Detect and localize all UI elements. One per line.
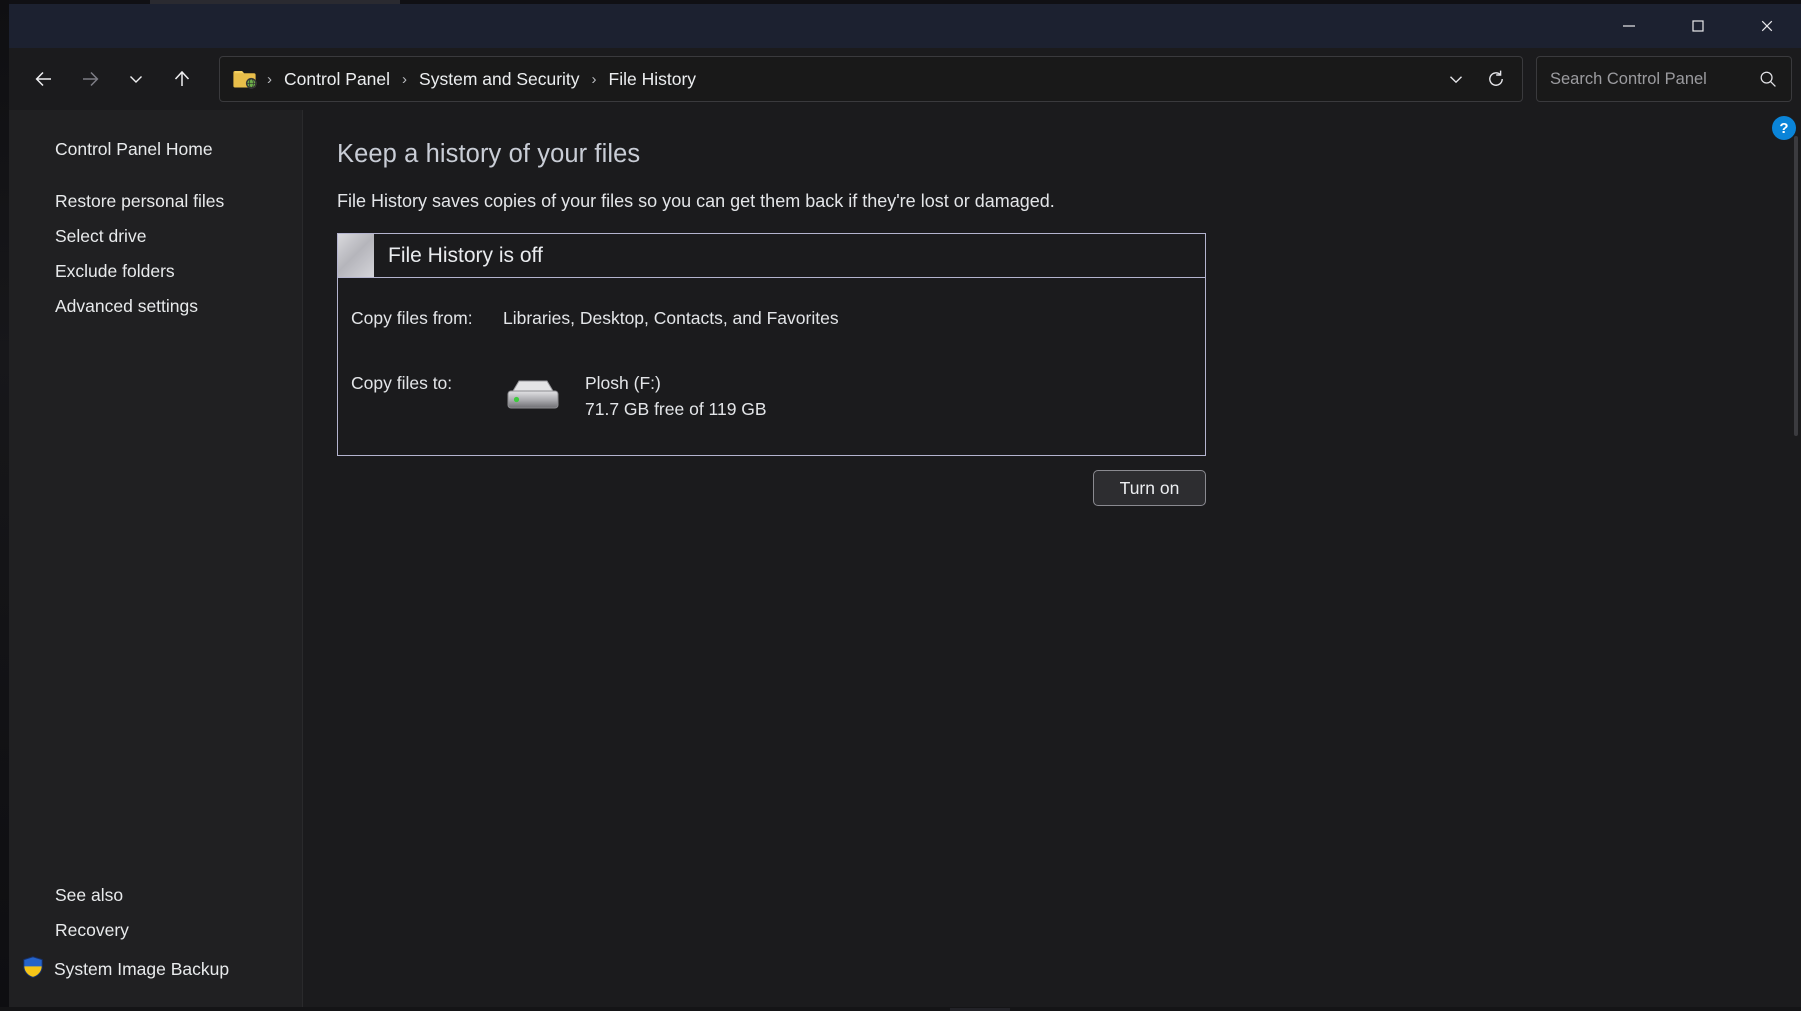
action-button-row: Turn on [337,470,1206,506]
control-panel-window: › Control Panel › System and Security › … [9,4,1801,1011]
copy-files-from-value: Libraries, Desktop, Contacts, and Favori… [503,308,839,328]
navigation-bar: › Control Panel › System and Security › … [9,48,1801,110]
sidebar-item-recovery[interactable]: Recovery [9,913,302,948]
copy-files-from-label: Copy files from: [351,308,473,328]
chevron-down-icon[interactable] [113,59,159,99]
breadcrumb-separator: › [591,70,597,88]
page-subtitle: File History saves copies of your files … [337,191,1055,211]
address-bar[interactable]: › Control Panel › System and Security › … [219,56,1523,102]
search-icon[interactable] [1749,60,1787,98]
drive-info: Plosh (F:) 71.7 GB free of 119 GB [585,373,767,420]
status-panel-header: File History is off [338,234,1205,278]
search-input[interactable] [1550,69,1749,89]
turn-on-button[interactable]: Turn on [1093,470,1206,506]
breadcrumb-item-file-history[interactable]: File History [602,65,704,94]
breadcrumb: › Control Panel › System and Security › … [233,65,1436,94]
breadcrumb-separator: › [267,70,272,88]
status-text: File History is off [388,243,543,267]
maximize-button[interactable] [1663,4,1732,48]
control-panel-folder-icon [233,67,259,91]
desktop-left-edge [0,0,9,1011]
status-panel-body: Copy files from: Libraries, Desktop, Con… [338,278,1205,455]
breadcrumb-item-control-panel[interactable]: Control Panel [277,65,397,94]
refresh-icon[interactable] [1476,59,1516,99]
uac-shield-icon [21,955,45,984]
sidebar-item-advanced-settings[interactable]: Advanced settings [9,289,302,324]
page-title: Keep a history of your files [337,140,641,168]
copy-files-from-row: Copy files from: Libraries, Desktop, Con… [338,308,1205,329]
content-scrollbar[interactable] [1791,110,1801,1011]
up-icon[interactable] [159,59,205,99]
sidebar: Control Panel Home Restore personal file… [9,110,303,1011]
see-also-section: See also Recovery System Image Backup [9,878,302,1011]
copy-files-to-row: Copy files to: Plosh (F:) 71.7 GB free o… [338,373,1205,421]
breadcrumb-separator: › [402,70,408,88]
target-drive: Plosh (F:) 71.7 GB free of 119 GB [503,373,767,421]
window-bottom-edge [0,1007,1801,1011]
minimize-button[interactable] [1594,4,1663,48]
sidebar-item-restore-personal-files[interactable]: Restore personal files [9,184,302,219]
sidebar-item-select-drive[interactable]: Select drive [9,219,302,254]
sidebar-item-control-panel-home[interactable]: Control Panel Home [9,132,302,167]
address-chevron-down-icon[interactable] [1436,59,1476,99]
sidebar-item-system-image-backup[interactable]: System Image Backup [9,948,302,991]
drive-free-space: 71.7 GB free of 119 GB [585,399,767,419]
external-drive-icon [503,375,563,421]
scrollbar-thumb[interactable] [1794,136,1798,436]
file-history-status-panel: File History is off Copy files from: Lib… [337,233,1206,456]
status-icon [338,234,374,277]
breadcrumb-item-system-and-security[interactable]: System and Security [412,65,586,94]
copy-files-to-label: Copy files to: [351,373,453,393]
title-bar [9,4,1801,48]
close-button[interactable] [1732,4,1801,48]
drive-name: Plosh (F:) [585,373,661,393]
forward-icon[interactable] [67,59,113,99]
search-box[interactable] [1536,56,1792,102]
back-icon[interactable] [21,59,67,99]
content-area: ? Keep a history of your files File Hist… [303,110,1801,1011]
sidebar-item-exclude-folders[interactable]: Exclude folders [9,254,302,289]
sidebar-item-label: System Image Backup [54,959,230,979]
window-body: Control Panel Home Restore personal file… [9,110,1801,1011]
see-also-heading: See also [55,885,124,905]
